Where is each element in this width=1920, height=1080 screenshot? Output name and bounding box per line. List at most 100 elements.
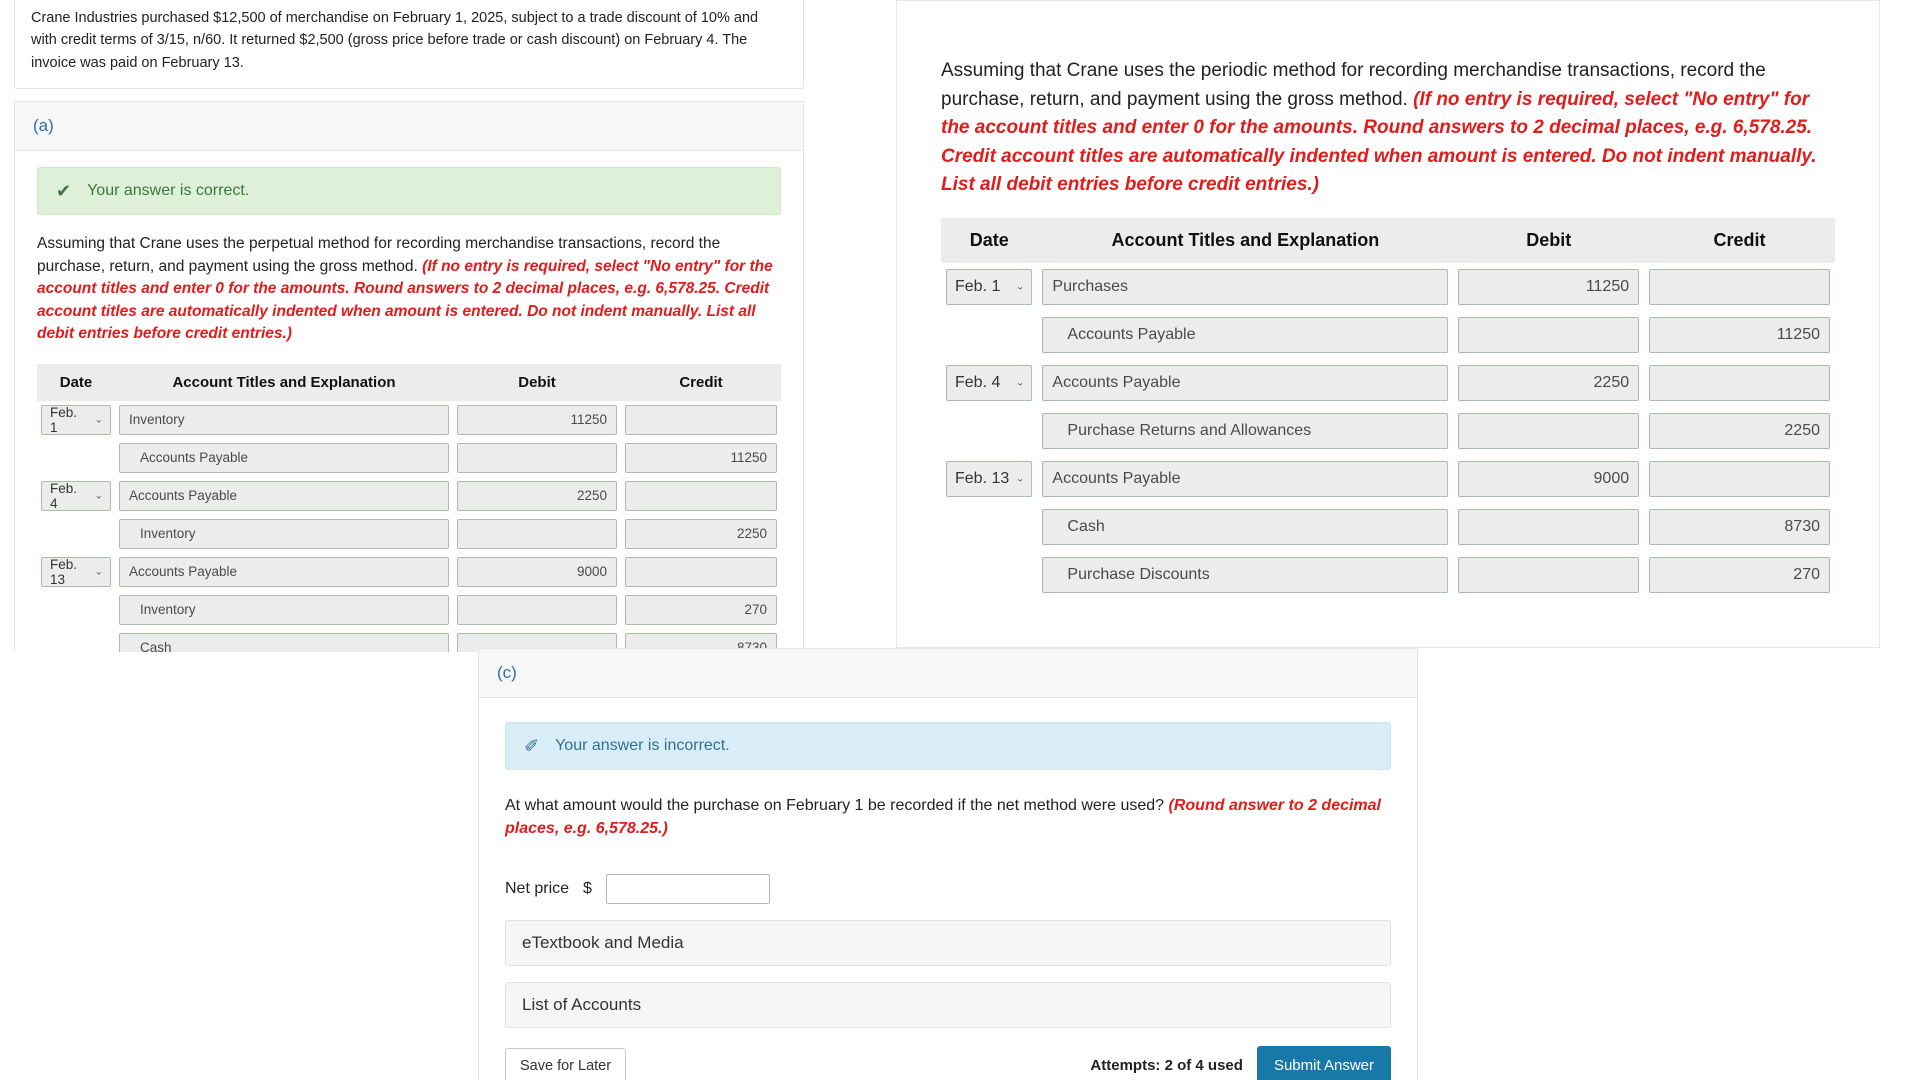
journal-header-row-b: Date Account Titles and Explanation Debi… (941, 217, 1835, 263)
account-title-input-b-3[interactable] (1042, 412, 1449, 449)
account-title-input-a-0[interactable] (119, 404, 449, 435)
debit-input-a-3[interactable] (457, 518, 617, 549)
date-select-a-2[interactable]: Feb. 4 (41, 480, 111, 511)
net-price-input[interactable] (605, 874, 770, 905)
journal-credit-cell (1644, 503, 1835, 551)
debit-input-b-3[interactable] (1458, 412, 1640, 449)
journal-row (941, 503, 1835, 551)
journal-row (941, 311, 1835, 359)
credit-input-a-2[interactable] (625, 480, 777, 511)
save-for-later-button[interactable]: Save for Later (505, 1047, 627, 1080)
journal-date-cell: Feb. 13 ⌄ (941, 455, 1037, 503)
credit-input-b-5[interactable] (1649, 508, 1830, 545)
list-of-accounts-link[interactable]: List of Accounts (505, 982, 1391, 1029)
debit-input-a-2[interactable] (457, 480, 617, 511)
credit-input-a-3[interactable] (625, 518, 777, 549)
part-a-body: ✔ Your answer is correct. Assuming that … (14, 151, 804, 652)
date-select-b-4[interactable]: Feb. 13 (946, 460, 1033, 497)
account-title-input-b-2[interactable] (1042, 364, 1449, 401)
journal-credit-cell (621, 439, 781, 477)
journal-account-cell (115, 553, 453, 591)
journal-row: Feb. 4 ⌄ (941, 359, 1835, 407)
account-title-input-b-0[interactable] (1042, 268, 1449, 305)
debit-input-b-6[interactable] (1458, 556, 1640, 593)
account-title-input-a-6[interactable] (119, 632, 449, 652)
journal-debit-cell (1453, 503, 1644, 551)
credit-input-b-3[interactable] (1649, 412, 1830, 449)
date-select-b-2[interactable]: Feb. 4 (946, 364, 1033, 401)
account-title-input-b-5[interactable] (1042, 508, 1449, 545)
debit-input-b-2[interactable] (1458, 364, 1640, 401)
debit-input-a-5[interactable] (457, 594, 617, 625)
journal-account-cell (115, 515, 453, 553)
account-title-input-a-2[interactable] (119, 480, 449, 511)
credit-input-a-1[interactable] (625, 442, 777, 473)
account-title-input-b-4[interactable] (1042, 460, 1449, 497)
journal-row (941, 551, 1835, 599)
part-c-prompt: At what amount would the purchase on Feb… (505, 794, 1391, 840)
date-select-wrapper: Feb. 13 ⌄ (946, 460, 1033, 497)
credit-input-a-5[interactable] (625, 594, 777, 625)
account-title-input-a-3[interactable] (119, 518, 449, 549)
journal-date-cell (941, 311, 1037, 359)
problem-statement-card: Crane Industries purchased $12,500 of me… (14, 0, 804, 90)
journal-account-cell (1037, 263, 1453, 311)
journal-credit-cell (621, 553, 781, 591)
debit-input-b-0[interactable] (1458, 268, 1640, 305)
journal-account-cell (1037, 359, 1453, 407)
date-select-a-0[interactable]: Feb. 1 (41, 404, 111, 435)
journal-credit-cell (1644, 359, 1835, 407)
debit-input-b-4[interactable] (1458, 460, 1640, 497)
col-credit-a: Credit (621, 363, 781, 401)
part-b-prompt: Assuming that Crane uses the periodic me… (941, 57, 1835, 200)
credit-input-a-4[interactable] (625, 556, 777, 587)
credit-input-b-1[interactable] (1649, 316, 1830, 353)
journal-debit-cell (453, 401, 621, 439)
credit-input-b-2[interactable] (1649, 364, 1830, 401)
col-debit-a: Debit (453, 363, 621, 401)
debit-input-b-5[interactable] (1458, 508, 1640, 545)
col-account-a: Account Titles and Explanation (115, 363, 453, 401)
date-select-b-0[interactable]: Feb. 1 (946, 268, 1033, 305)
journal-date-cell (941, 503, 1037, 551)
journal-account-cell (115, 591, 453, 629)
col-date-a: Date (37, 363, 115, 401)
account-title-input-a-5[interactable] (119, 594, 449, 625)
debit-input-b-1[interactable] (1458, 316, 1640, 353)
journal-row (37, 439, 781, 477)
etextbook-and-media-link[interactable]: eTextbook and Media (505, 920, 1391, 967)
journal-debit-cell (1453, 359, 1644, 407)
journal-credit-cell (621, 401, 781, 439)
part-a-label: (a) (14, 101, 804, 152)
journal-credit-cell (1644, 455, 1835, 503)
account-title-input-b-6[interactable] (1042, 556, 1449, 593)
debit-input-a-1[interactable] (457, 442, 617, 473)
journal-credit-cell (621, 591, 781, 629)
debit-input-a-0[interactable] (457, 404, 617, 435)
submit-answer-button[interactable]: Submit Answer (1256, 1046, 1391, 1080)
journal-date-cell: Feb. 4 ⌄ (941, 359, 1037, 407)
journal-date-cell (37, 629, 115, 652)
date-select-a-4[interactable]: Feb. 13 (41, 556, 111, 587)
journal-body-a: Feb. 1⌄ Feb. 4⌄ Feb. 13⌄ (37, 401, 781, 652)
journal-row: Feb. 1 ⌄ (37, 401, 781, 439)
journal-credit-cell (1644, 263, 1835, 311)
credit-input-a-0[interactable] (625, 404, 777, 435)
credit-input-b-0[interactable] (1649, 268, 1830, 305)
credit-input-b-6[interactable] (1649, 556, 1830, 593)
debit-input-a-4[interactable] (457, 556, 617, 587)
journal-row: Feb. 4 ⌄ (37, 477, 781, 515)
account-title-input-a-4[interactable] (119, 556, 449, 587)
credit-input-b-4[interactable] (1649, 460, 1830, 497)
journal-account-cell (1037, 503, 1453, 551)
problem-statement-text: Crane Industries purchased $12,500 of me… (31, 10, 759, 71)
date-select-wrapper: Feb. 4 ⌄ (41, 480, 111, 511)
date-select-wrapper: Feb. 4 ⌄ (946, 364, 1033, 401)
journal-date-cell (941, 551, 1037, 599)
journal-debit-cell (453, 591, 621, 629)
account-title-input-a-1[interactable] (119, 442, 449, 473)
journal-debit-cell (1453, 455, 1644, 503)
account-title-input-b-1[interactable] (1042, 316, 1449, 353)
answer-status-banner-a: ✔ Your answer is correct. (37, 167, 781, 216)
journal-debit-cell (453, 439, 621, 477)
